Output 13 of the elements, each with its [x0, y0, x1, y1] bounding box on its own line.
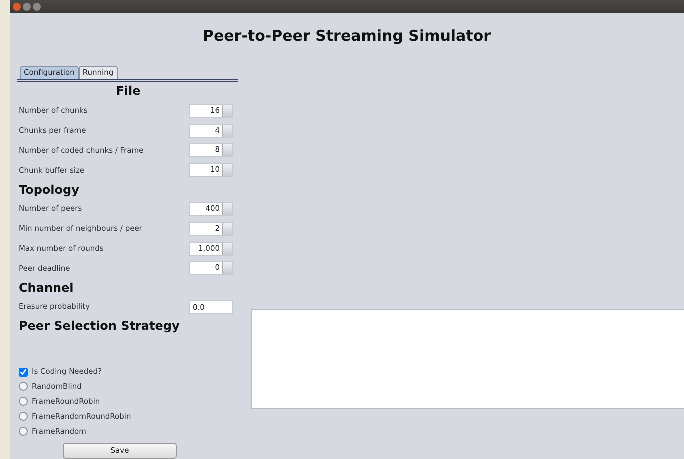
- radio-button[interactable]: [19, 412, 28, 422]
- section-heading: Peer Selection Strategy: [19, 318, 180, 336]
- maximize-icon[interactable]: [33, 2, 41, 10]
- radio-button[interactable]: [19, 382, 28, 392]
- window-title: Peer-to-Peer Streaming Simulator: [202, 26, 492, 48]
- minimize-icon[interactable]: [23, 2, 31, 10]
- section-heading: File: [116, 83, 141, 100]
- section-heading: Channel: [19, 280, 74, 297]
- radio-button[interactable]: [19, 397, 28, 406]
- close-icon[interactable]: [13, 2, 21, 10]
- radio-button[interactable]: [19, 427, 28, 436]
- checkbox[interactable]: [19, 368, 28, 377]
- section-heading: Topology: [19, 182, 80, 199]
